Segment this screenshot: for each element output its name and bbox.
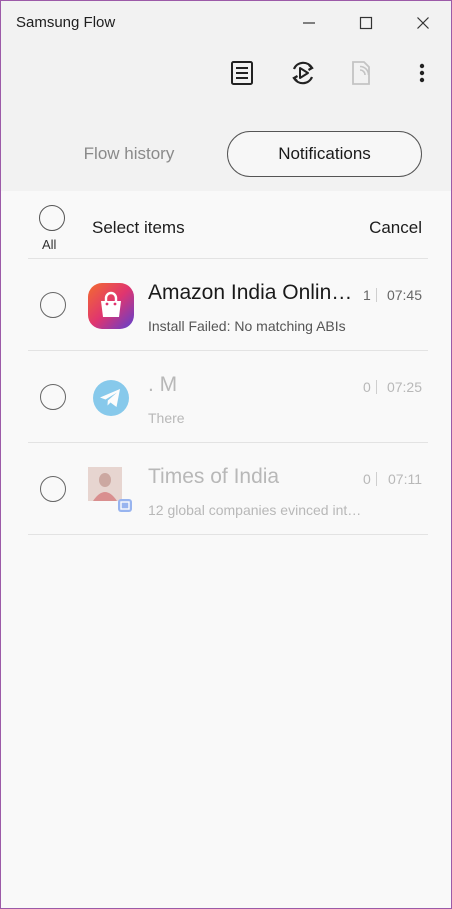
- tab-notifications[interactable]: Notifications: [227, 131, 422, 177]
- notification-item[interactable]: . M There 0 07:25: [28, 351, 428, 443]
- item-app-name: Times of India: [148, 465, 280, 488]
- item-app-name: Amazon India Online Shopping: [148, 281, 363, 304]
- maximize-button[interactable]: [351, 9, 381, 37]
- select-all-label: All: [42, 237, 57, 252]
- window-title: Samsung Flow: [16, 14, 116, 31]
- item-count: 0: [363, 471, 371, 487]
- more-options-button[interactable]: [405, 57, 439, 89]
- item-count: 1: [363, 287, 371, 303]
- divider: [376, 472, 377, 486]
- item-time: 07:11: [388, 471, 422, 487]
- item-checkbox[interactable]: [40, 476, 66, 502]
- item-time: 07:45: [386, 287, 422, 303]
- samsung-flow-window: Samsung Flow Flow history Notifications …: [0, 0, 452, 909]
- share-file-icon: [352, 61, 370, 85]
- select-items-row: All Select items Cancel: [28, 197, 428, 259]
- divider: [376, 380, 377, 394]
- item-app-name: . M: [148, 373, 178, 396]
- item-message: There: [148, 410, 185, 426]
- close-icon: [417, 17, 429, 29]
- shopping-bag-icon: [88, 283, 134, 329]
- item-message: 12 global companies evinced interest: [148, 502, 363, 518]
- telegram-icon: [88, 375, 134, 421]
- notification-item[interactable]: Times of India 12 global companies evinc…: [28, 443, 428, 535]
- news-thumbnail-icon: [88, 467, 134, 513]
- smart-view-button[interactable]: [286, 57, 320, 89]
- item-count: 0: [363, 379, 371, 395]
- select-all-checkbox[interactable]: [39, 205, 65, 231]
- notes-button[interactable]: [225, 57, 259, 89]
- maximize-icon: [359, 16, 373, 30]
- item-checkbox[interactable]: [40, 384, 66, 410]
- top-bar: Samsung Flow Flow history Notifications: [1, 1, 451, 191]
- item-message: Install Failed: No matching ABIs: [148, 318, 346, 334]
- item-checkbox[interactable]: [40, 292, 66, 318]
- tab-flow-history[interactable]: Flow history: [49, 132, 209, 176]
- minimize-button[interactable]: [294, 9, 324, 37]
- notes-icon: [231, 61, 253, 85]
- item-time: 07:25: [386, 379, 422, 395]
- close-button[interactable]: [408, 9, 438, 37]
- select-items-label: Select items: [92, 218, 185, 237]
- share-file-button[interactable]: [344, 57, 378, 89]
- smart-view-icon: [292, 61, 314, 85]
- divider: [376, 288, 377, 302]
- more-vertical-icon: [419, 63, 425, 83]
- minimize-icon: [303, 22, 315, 24]
- cancel-button[interactable]: Cancel: [369, 218, 422, 238]
- notification-item[interactable]: Amazon India Online Shopping Install Fai…: [28, 259, 428, 351]
